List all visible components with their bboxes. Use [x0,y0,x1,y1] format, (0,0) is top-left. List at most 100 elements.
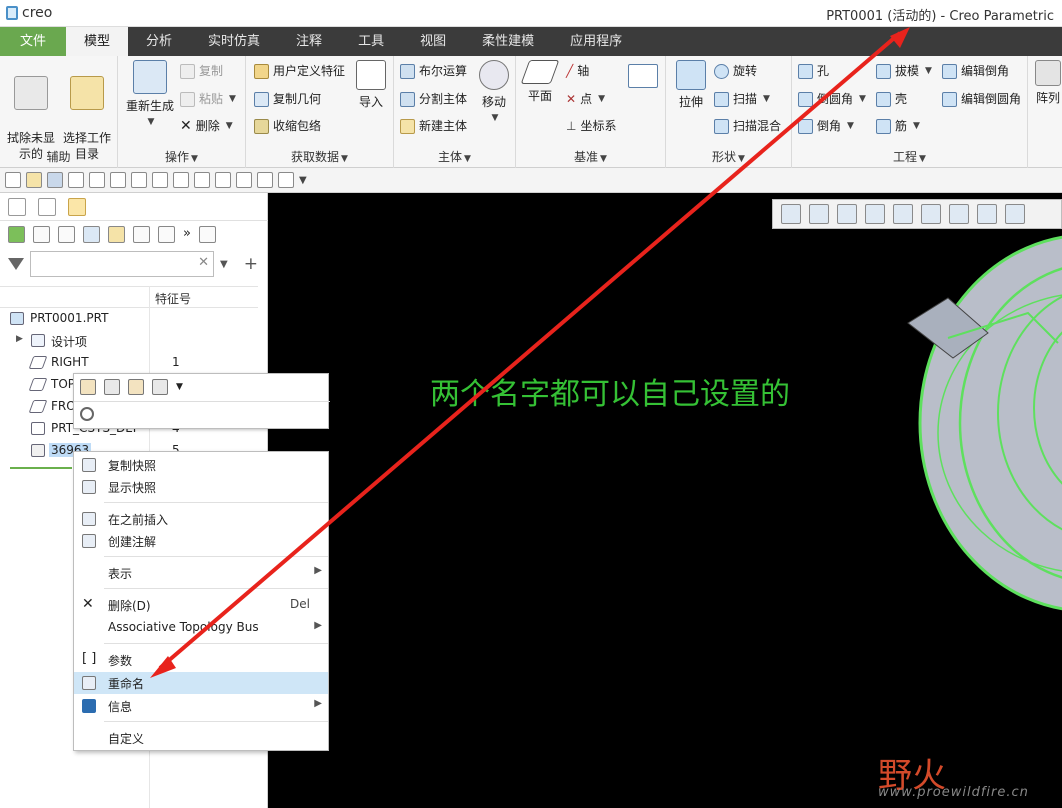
shrinkwrap-button[interactable]: 收缩包络 [254,116,321,136]
menu-item-delete[interactable]: ✕ 删除(D) Del [74,594,328,616]
measure-icon[interactable] [152,172,168,188]
tree-display-icon[interactable] [8,226,25,243]
favorites-tab-icon[interactable] [68,198,86,216]
csys-button[interactable]: ⊥ 坐标系 [566,116,616,136]
menu-item-show-snapshot[interactable]: 显示快照 [74,476,328,498]
toolbar-more-chevron-icon[interactable]: ▼ [299,175,307,186]
undo-icon[interactable] [68,172,84,188]
boolean-button[interactable]: 布尔运算 [400,61,467,81]
close-window-icon[interactable] [278,172,294,188]
tree-columns-icon[interactable] [83,226,100,243]
menu-item-representation[interactable]: 表示 ▶ [74,562,328,584]
tree-bookmark-icon[interactable] [108,226,125,243]
dimension-icon[interactable] [215,172,231,188]
split-body-button[interactable]: 分割主体 [400,89,467,109]
new-file-icon[interactable] [5,172,21,188]
erase-undisplayed-button[interactable]: 拭除未显 示的 [4,60,58,162]
move-button[interactable]: 移动 ▼ [476,60,512,126]
search-icon[interactable] [80,407,94,421]
regenerate-button[interactable]: 重新生成 ▼ [122,60,178,130]
tree-notes-icon[interactable] [198,226,216,243]
copy-button[interactable]: 复制 [180,61,223,81]
tree-list-icon[interactable] [33,226,50,243]
model-tree-tab-icon[interactable] [8,198,26,216]
round-button[interactable]: 倒圆角 ▼ [798,89,866,109]
group-datum-label[interactable]: 基准 ▼ [516,148,665,165]
hide-icon[interactable] [152,379,168,395]
annotation-icon[interactable] [173,172,189,188]
tab-model[interactable]: 模型 [66,27,129,56]
suppress-icon[interactable] [128,379,144,395]
udf-button[interactable]: 用户定义特征 [254,61,345,81]
clear-search-icon[interactable]: ✕ [198,255,209,270]
delete-button[interactable]: ✕ 删除 ▼ [180,116,233,136]
tree-more-chevron-icon[interactable]: » [183,226,191,244]
tab-flexible-modeling[interactable]: 柔性建模 [464,27,552,56]
group-body-label[interactable]: 主体 ▼ [394,148,515,165]
tab-live-simulation[interactable]: 实时仿真 [190,27,278,56]
datum-axis-button[interactable]: ╱ 轴 [566,61,589,81]
menu-item-associative-topology-bus[interactable]: Associative Topology Bus ▶ [74,617,328,639]
new-body-button[interactable]: 新建主体 [400,116,467,136]
regenerate-quick-icon[interactable] [110,172,126,188]
select-working-dir-button[interactable]: 选择工作 目录 [60,60,114,162]
expand-arrow-icon[interactable]: ▶ [16,334,23,344]
save-icon[interactable] [47,172,63,188]
folder-browser-tab-icon[interactable] [38,198,56,216]
edit-references-icon[interactable] [104,379,120,395]
copy-geometry-button[interactable]: 复制几何 [254,89,321,109]
group-operations-label[interactable]: 操作 ▼ [118,148,245,165]
print-icon[interactable] [194,172,210,188]
move-caret-icon[interactable]: ▼ [478,110,512,126]
datum-point-button[interactable]: ✕ 点 ▼ [566,89,605,109]
pattern-button[interactable]: 阵列 [1034,60,1062,106]
menu-item-info[interactable]: 信息 ▶ [74,695,328,717]
tab-applications[interactable]: 应用程序 [552,27,640,56]
open-folder-icon[interactable] [26,172,42,188]
tree-outline-icon[interactable] [58,226,75,243]
extrude-button[interactable]: 拉伸 [672,60,710,110]
tree-search-input[interactable]: ✕ [30,251,214,277]
group-shape-label[interactable]: 形状 ▼ [666,148,791,165]
chamfer-button[interactable]: 倒角 ▼ [798,116,854,136]
sketch-wave-icon[interactable] [628,64,658,88]
rib-button[interactable]: 筋 ▼ [876,116,920,136]
feature-number-column[interactable]: 特征号 [155,290,191,307]
menu-item-customize[interactable]: 自定义 [74,727,328,749]
group-get-data-label[interactable]: 获取数据 ▼ [246,148,393,165]
tab-view[interactable]: 视图 [402,27,464,56]
paste-button[interactable]: 粘贴 ▼ [180,89,236,109]
tree-settings-icon[interactable] [158,226,175,243]
tree-row-part[interactable]: PRT0001.PRT [0,308,258,330]
hole-button[interactable]: 孔 [798,61,829,81]
tab-annotate[interactable]: 注释 [278,27,340,56]
tree-row-design-items[interactable]: ▶ 设计项 [0,330,258,352]
draft-button[interactable]: 拔模 ▼ [876,61,932,81]
swept-blend-button[interactable]: 扫描混合 [714,116,781,136]
revolve-button[interactable]: 旋转 [714,61,757,81]
edit-definition-icon[interactable] [80,379,96,395]
tab-tools[interactable]: 工具 [340,27,402,56]
tab-file[interactable]: 文件 [0,27,66,56]
menu-item-copy-snapshot[interactable]: 复制快照 [74,454,328,476]
tree-filter-icon[interactable] [133,226,150,243]
shell-button[interactable]: 壳 [876,89,907,109]
sweep-button[interactable]: 扫描 ▼ [714,89,770,109]
edit-chamfer-button[interactable]: 编辑倒角 [942,61,1009,81]
group-engineering-label[interactable]: 工程 ▼ [792,148,1027,165]
import-button[interactable]: 导入 [352,60,390,110]
menu-item-rename[interactable]: 重命名 [74,672,328,694]
datum-plane-button[interactable]: 平面 [520,60,560,104]
menu-item-parameters[interactable]: [ ] 参数 [74,649,328,671]
tree-row-right[interactable]: RIGHT 1 [0,352,258,374]
add-filter-icon[interactable]: + [244,254,258,274]
graphics-viewport[interactable]: 两个名字都可以自己设置的 野火 www.proewildfire.cn [268,193,1062,808]
tab-analysis[interactable]: 分析 [128,27,190,56]
menu-item-create-note[interactable]: 创建注解 [74,530,328,552]
mini-toolbar-chevron-icon[interactable]: ▼ [176,382,183,392]
redo-icon[interactable] [89,172,105,188]
edit-round-button[interactable]: 编辑倒圆角 [942,89,1021,109]
window-icon[interactable] [131,172,147,188]
menu-item-insert-before[interactable]: 在之前插入 [74,508,328,530]
layer-icon[interactable] [257,172,273,188]
